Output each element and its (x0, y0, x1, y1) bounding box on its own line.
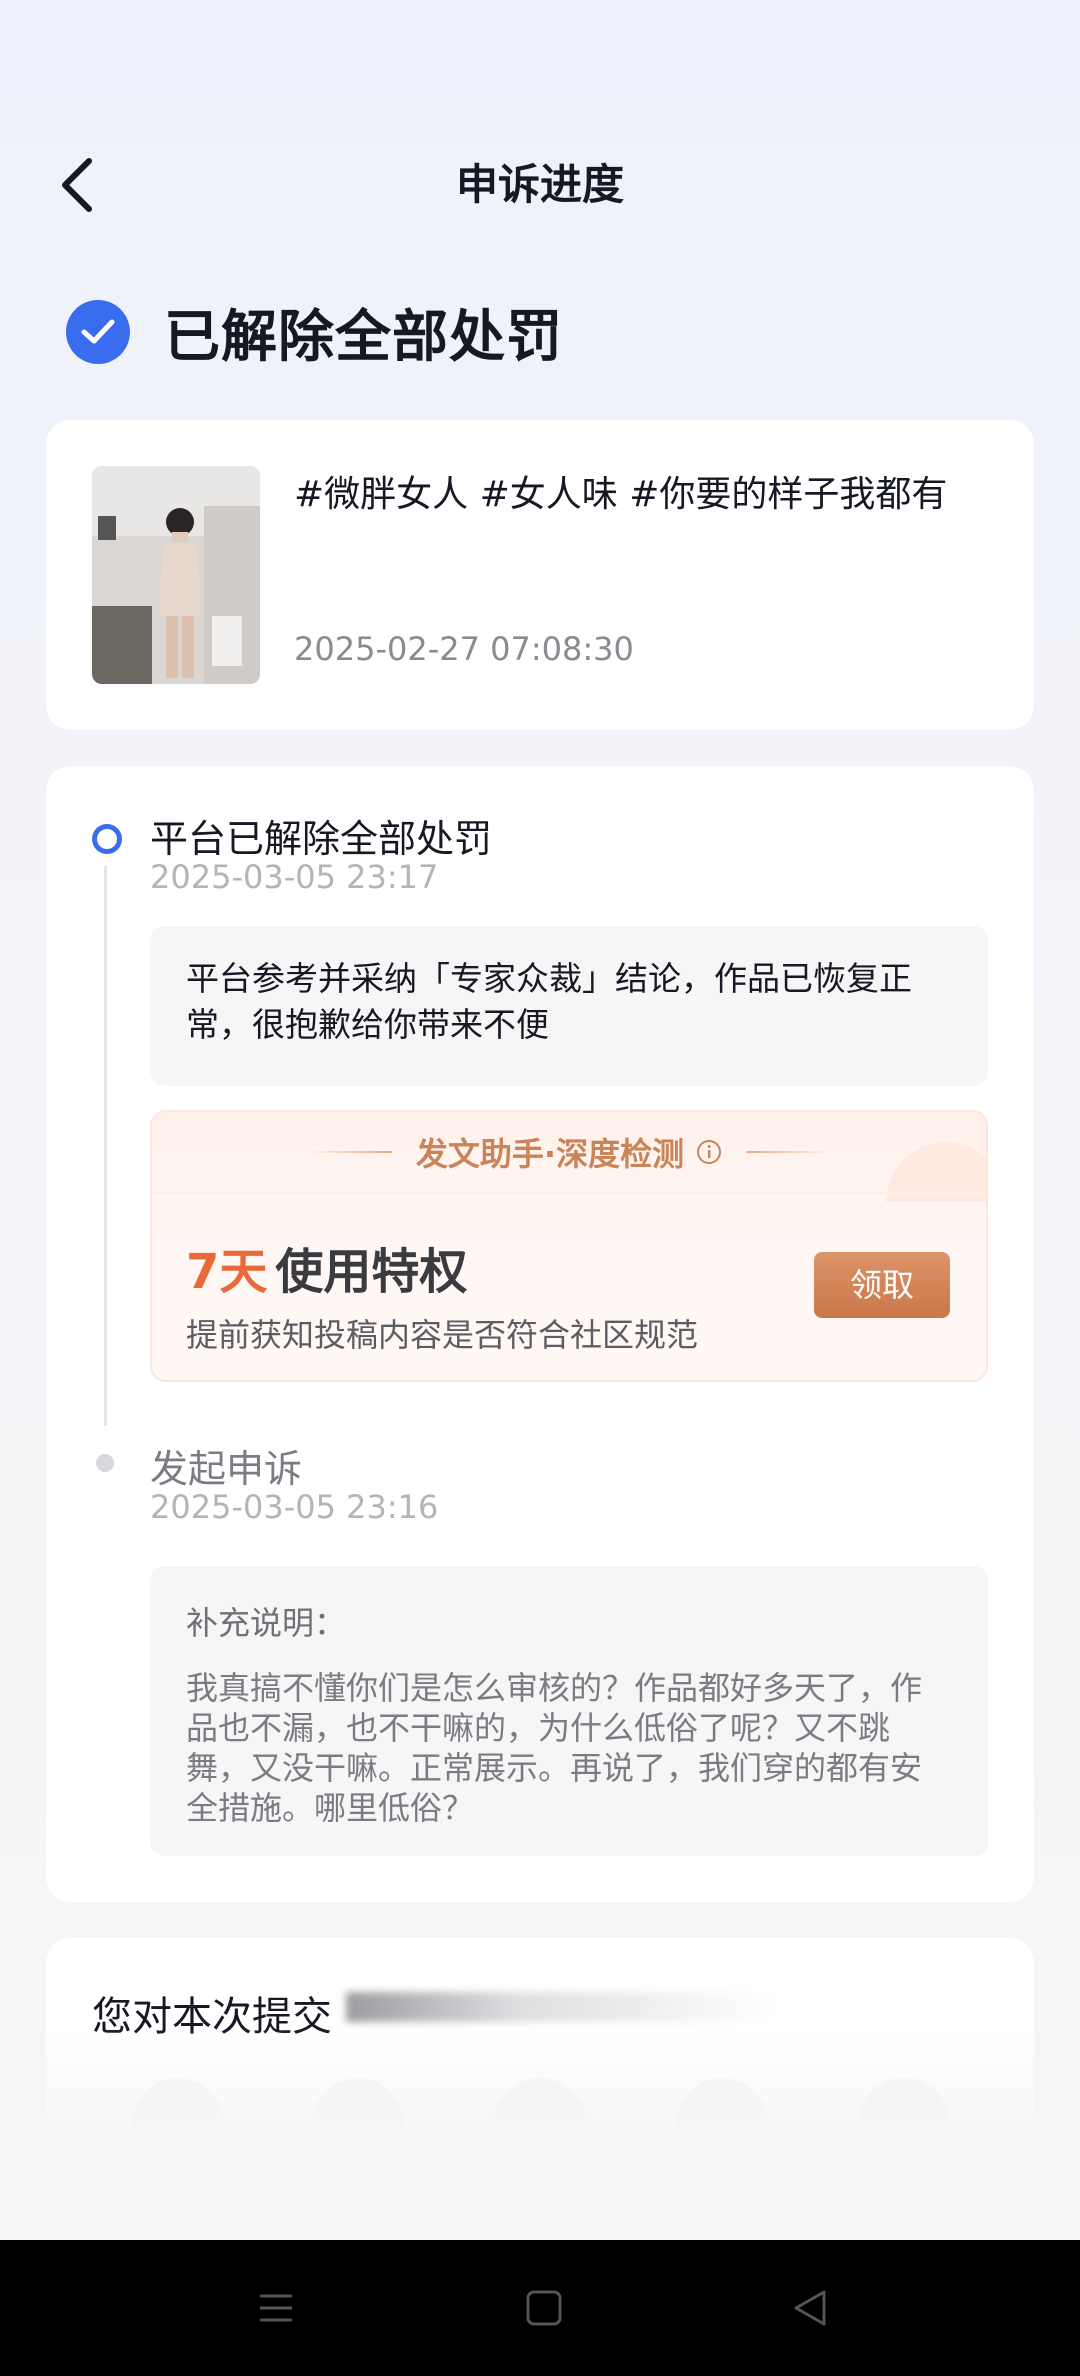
timeline-step-title: 发起申诉 (150, 1447, 303, 1491)
timeline-line (104, 866, 107, 1426)
promo-privilege: 使用特权 (275, 1244, 468, 1300)
promo-header: 发文助手·深度检测 (152, 1112, 986, 1192)
claim-button[interactable]: 领取 (814, 1252, 950, 1318)
timeline-dot-active (92, 824, 122, 854)
page-title: 申诉进度 (455, 160, 624, 209)
appeal-note-text: 我真搞不懂你们是怎么审核的？作品都好多天了，作品也不漏，也不干嘛的，为什么低俗了… (186, 1669, 923, 1827)
header: 申诉进度 (0, 140, 1080, 230)
check-circle-icon (66, 300, 130, 364)
timeline-card: 平台已解除全部处罚 2025-03-05 23:17 平台参考并采纳「专家众裁」… (46, 766, 1034, 1902)
timeline-step-title: 平台已解除全部处罚 (150, 817, 493, 861)
appeal-note: 补充说明： 我真搞不懂你们是怎么审核的？作品都好多天了，作品也不漏，也不干嘛的，… (150, 1566, 988, 1856)
promo-title: 发文助手·深度检测 (415, 1135, 685, 1173)
appeal-status: 已解除全部处罚 (66, 292, 563, 372)
timeline-step-time: 2025-03-05 23:16 (150, 1488, 439, 1526)
work-title: #微胖女人 #女人味 #你要的样子我都有 (294, 474, 948, 515)
system-nav-bar (0, 2240, 1080, 2376)
work-thumbnail[interactable] (92, 466, 260, 684)
promo-description: 提前获知投稿内容是否符合社区规范 (186, 1316, 699, 1354)
home-square-icon[interactable] (512, 2276, 576, 2340)
timeline-step-time: 2025-03-05 23:17 (150, 858, 439, 896)
menu-icon[interactable] (244, 2276, 308, 2340)
feedback-card: 您对本次提交 (46, 1938, 1034, 2178)
resolution-note-text: 平台参考并采纳「专家众裁」结论，作品已恢复正常，很抱歉给你带来不便 (186, 959, 912, 1044)
promo-days: 7天 使用特权 (186, 1232, 467, 1302)
resolution-note: 平台参考并采纳「专家众裁」结论，作品已恢复正常，很抱歉给你带来不便 (150, 926, 988, 1086)
work-card[interactable]: #微胖女人 #女人味 #你要的样子我都有 2025-02-27 07:08:30 (46, 420, 1034, 730)
info-icon[interactable] (696, 1139, 722, 1165)
status-text: 已解除全部处罚 (164, 304, 563, 370)
work-time: 2025-02-27 07:08:30 (294, 630, 634, 668)
appeal-note-label: 补充说明： (186, 1604, 347, 1642)
promo-days-count: 7天 (186, 1244, 268, 1300)
promo-banner[interactable]: 发文助手·深度检测 7天 使用特权 提前获知投稿内容是否符合社区规范 领取 (150, 1110, 988, 1382)
timeline-dot (96, 1454, 114, 1472)
feedback-title-blur (346, 1992, 776, 2022)
back-triangle-icon[interactable] (778, 2276, 842, 2340)
